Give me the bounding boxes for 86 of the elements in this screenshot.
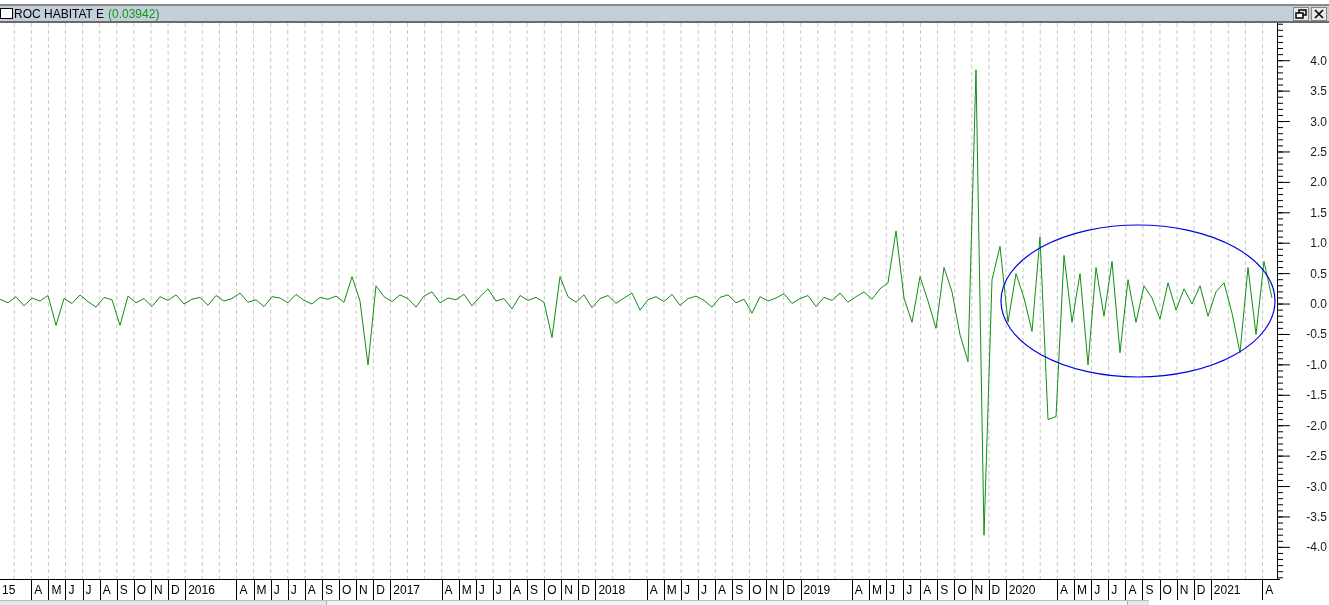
month-label: J: [494, 583, 502, 597]
close-button[interactable]: [1311, 6, 1327, 21]
month-label: J: [67, 583, 75, 597]
month-label: N: [152, 583, 163, 597]
month-label: J: [1093, 583, 1101, 597]
y-axis-label: -1.0: [1306, 356, 1327, 373]
month-label: O: [751, 583, 762, 597]
month-label: J: [272, 583, 280, 597]
y-axis-label: -3.5: [1306, 508, 1327, 525]
y-axis-label: -3.0: [1306, 478, 1327, 495]
month-label: A: [1127, 583, 1137, 597]
month-label: D: [580, 583, 590, 597]
month-label: A: [306, 583, 316, 597]
month-label: O: [956, 583, 967, 597]
month-label: A: [238, 583, 248, 597]
month-label: M: [665, 583, 677, 597]
month-label: S: [529, 583, 539, 597]
y-axis-label: -1.5: [1306, 387, 1327, 404]
restore-icon: [1295, 8, 1307, 19]
month-label: O: [546, 583, 557, 597]
month-label: J: [477, 583, 485, 597]
month-label: N: [973, 583, 984, 597]
y-axis-label: -4.0: [1306, 539, 1327, 556]
month-label: A: [101, 583, 111, 597]
month-label: A: [922, 583, 932, 597]
y-axis-label: 2.5: [1310, 143, 1327, 160]
y-axis-label: 0.5: [1310, 265, 1327, 282]
month-label: D: [1195, 583, 1206, 597]
month-label: N: [768, 583, 779, 597]
year-label: 2020: [1007, 583, 1036, 597]
y-axis-label: 4.0: [1310, 52, 1327, 69]
year-label: 2018: [597, 583, 626, 597]
month-label: O: [1161, 583, 1172, 597]
y-axis-label: 1.0: [1310, 235, 1327, 252]
y-axis-label: 3.0: [1310, 113, 1327, 130]
year-label: 15: [1, 583, 16, 597]
month-label: J: [888, 583, 896, 597]
month-label: D: [375, 583, 385, 597]
y-axis-label: -2.5: [1306, 448, 1327, 465]
month-label: A: [33, 583, 43, 597]
month-label: A: [717, 583, 727, 597]
month-label: M: [50, 583, 62, 597]
month-label: A: [1264, 583, 1274, 597]
month-label: S: [939, 583, 949, 597]
month-label: J: [700, 583, 707, 597]
close-icon: [1314, 8, 1324, 19]
month-label: J: [1110, 583, 1118, 597]
month-label: O: [341, 583, 352, 597]
month-label: J: [84, 583, 92, 597]
month-label: A: [1059, 583, 1068, 597]
month-label: M: [1076, 583, 1088, 597]
restore-button[interactable]: [1293, 6, 1309, 21]
month-label: D: [785, 583, 796, 597]
month-label: A: [511, 583, 521, 597]
year-label: 2019: [802, 583, 831, 597]
month-label: N: [358, 583, 368, 597]
y-axis-label: 1.5: [1310, 204, 1327, 221]
month-label: A: [648, 583, 658, 597]
y-axis-label: -2.0: [1306, 417, 1327, 434]
month-label: A: [443, 583, 453, 597]
year-label: 2021: [1212, 583, 1241, 597]
month-label: S: [1144, 583, 1154, 597]
month-label: M: [460, 583, 472, 597]
month-label: J: [905, 583, 913, 597]
window-icon: [0, 8, 13, 19]
month-label: O: [135, 583, 147, 597]
year-label: 2017: [392, 583, 420, 597]
y-axis-label: -0.5: [1306, 326, 1327, 343]
month-label: J: [289, 583, 297, 597]
month-label: S: [323, 583, 333, 597]
month-label: M: [255, 583, 267, 597]
y-axis-label: 0.0: [1310, 296, 1327, 313]
month-label: A: [853, 583, 863, 597]
y-axis-label: 3.5: [1310, 83, 1327, 100]
month-label: J: [682, 583, 690, 597]
chart-title: ROC HABITAT E: [14, 6, 104, 21]
indicator-value: (0.03942): [108, 6, 160, 21]
month-label: N: [1178, 583, 1189, 597]
y-axis-label: 2.0: [1310, 174, 1327, 191]
month-label: S: [118, 583, 128, 597]
month-label: D: [990, 583, 1001, 597]
year-label: 2016: [187, 583, 215, 597]
month-label: M: [870, 583, 882, 597]
month-label: D: [170, 583, 180, 597]
month-label: N: [563, 583, 573, 597]
month-label: S: [734, 583, 744, 597]
